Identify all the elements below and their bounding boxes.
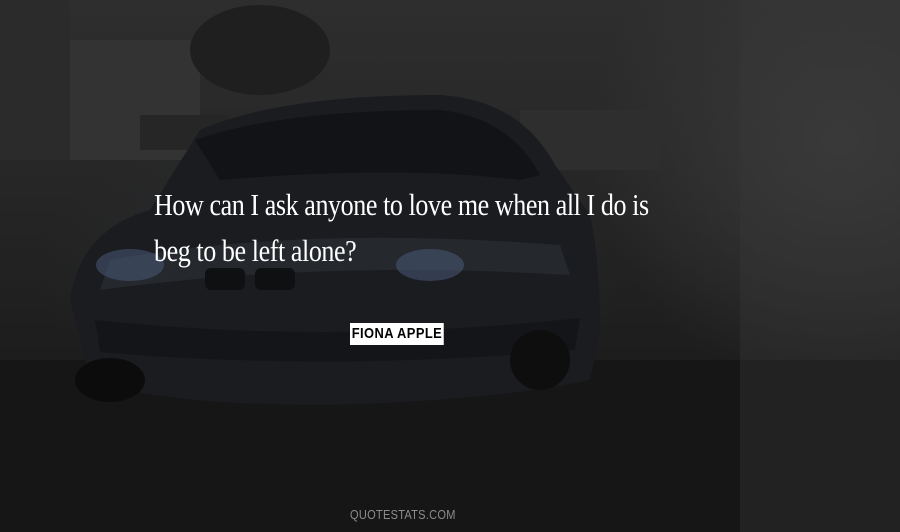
quote-line-1: How can I ask anyone to love me when all… xyxy=(154,187,649,222)
quote-text: How can I ask anyone to love me when all… xyxy=(154,182,692,274)
watermark: QUOTESTATS.COM xyxy=(350,507,456,522)
quote-image: How can I ask anyone to love me when all… xyxy=(0,0,900,532)
author-label: FIONA APPLE xyxy=(350,323,444,345)
quote-line-2: beg to be left alone? xyxy=(154,233,357,268)
